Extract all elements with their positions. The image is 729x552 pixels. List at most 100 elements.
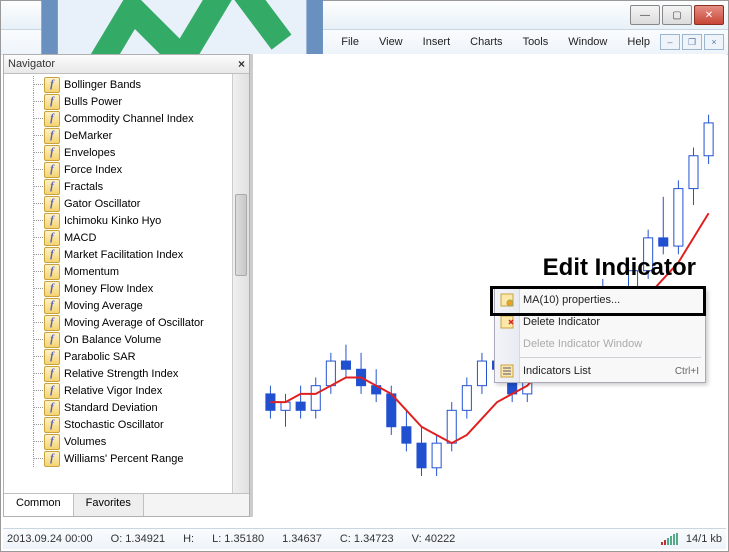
tree-item[interactable]: fMomentum bbox=[24, 263, 249, 280]
scrollbar[interactable] bbox=[232, 74, 249, 493]
menu-insert[interactable]: Insert bbox=[413, 32, 461, 52]
menu-file[interactable]: File bbox=[331, 32, 369, 52]
tree-label: Parabolic SAR bbox=[64, 351, 136, 363]
tree-item[interactable]: f Relative Vigor Index bbox=[24, 382, 249, 399]
indicator-icon: f bbox=[44, 145, 60, 161]
menu-tools[interactable]: Tools bbox=[513, 32, 559, 52]
tree-item[interactable]: fStandard Deviation bbox=[24, 399, 249, 416]
tree-label: Money Flow Index bbox=[64, 283, 153, 295]
ctx-delete-window: Delete Indicator Window bbox=[495, 333, 705, 355]
status-low: L: 1.35180 bbox=[212, 533, 264, 545]
tree-label: Williams' Percent Range bbox=[64, 453, 183, 465]
tree-item[interactable]: fMACD bbox=[24, 229, 249, 246]
maximize-button[interactable]: ▢ bbox=[662, 5, 692, 25]
menu-view[interactable]: View bbox=[369, 32, 413, 52]
tree-item[interactable]: fEnvelopes bbox=[24, 144, 249, 161]
indicator-icon: f bbox=[44, 434, 60, 450]
indicator-icon: f bbox=[44, 128, 60, 144]
ctx-delete-window-label: Delete Indicator Window bbox=[523, 338, 642, 350]
tree-connector bbox=[24, 348, 44, 365]
tree-label: Market Facilitation Index bbox=[64, 249, 183, 261]
mdi-restore[interactable]: ❐ bbox=[682, 34, 702, 50]
tree-label: Gator Oscillator bbox=[64, 198, 140, 210]
ctx-delete-indicator[interactable]: Delete Indicator bbox=[495, 311, 705, 333]
tree-connector bbox=[24, 144, 44, 161]
mdi-close[interactable]: × bbox=[704, 34, 724, 50]
navigator-title-label: Navigator bbox=[8, 58, 55, 70]
tree-item[interactable]: f Money Flow Index bbox=[24, 280, 249, 297]
tree-connector bbox=[24, 450, 44, 467]
tree-label: Ichimoku Kinko Hyo bbox=[64, 215, 161, 227]
tree-item[interactable]: f Williams' Percent Range bbox=[24, 450, 249, 467]
navigator-tree: fBollinger BandsfBulls PowerfCommodity C… bbox=[4, 74, 249, 493]
tree-item[interactable]: f Parabolic SAR bbox=[24, 348, 249, 365]
indicator-icon: f bbox=[44, 349, 60, 365]
tree-item[interactable]: fGator Oscillator bbox=[24, 195, 249, 212]
status-close: C: 1.34723 bbox=[340, 533, 394, 545]
ctx-indicators-list[interactable]: Indicators List Ctrl+I bbox=[495, 360, 705, 382]
annotation-label: Edit Indicator bbox=[543, 254, 696, 282]
tree-connector bbox=[24, 365, 44, 382]
tree-item[interactable]: f Bulls Power bbox=[24, 93, 249, 110]
chart-area[interactable]: Edit Indicator MA(10) properties... Dele… bbox=[250, 54, 726, 517]
tree-connector bbox=[24, 416, 44, 433]
tree-label: Relative Strength Index bbox=[64, 368, 178, 380]
tree-label: Bulls Power bbox=[64, 96, 122, 108]
ctx-properties[interactable]: MA(10) properties... bbox=[495, 289, 705, 311]
navigator-close-icon[interactable]: × bbox=[238, 57, 245, 71]
tree-connector bbox=[24, 263, 44, 280]
indicator-icon: f bbox=[44, 383, 60, 399]
properties-icon bbox=[499, 292, 515, 308]
minimize-button[interactable]: — bbox=[630, 5, 660, 25]
indicator-icon: f bbox=[44, 451, 60, 467]
indicator-icon: f bbox=[44, 281, 60, 297]
menu-help[interactable]: Help bbox=[617, 32, 660, 52]
ctx-list-shortcut: Ctrl+I bbox=[675, 366, 699, 377]
menu-window[interactable]: Window bbox=[558, 32, 617, 52]
indicator-icon: f bbox=[44, 400, 60, 416]
tree-connector bbox=[24, 246, 44, 263]
tree-item[interactable]: fMoving Average bbox=[24, 297, 249, 314]
tree-label: Relative Vigor Index bbox=[64, 385, 162, 397]
menubar: File View Insert Charts Tools Window Hel… bbox=[1, 30, 728, 55]
indicator-icon: f bbox=[44, 213, 60, 229]
status-last: 1.34637 bbox=[282, 533, 322, 545]
tree-item[interactable]: f Relative Strength Index bbox=[24, 365, 249, 382]
indicator-icon: f bbox=[44, 298, 60, 314]
indicator-icon: f bbox=[44, 94, 60, 110]
tree-item[interactable]: fFractals bbox=[24, 178, 249, 195]
indicator-icon: f bbox=[44, 315, 60, 331]
scrollbar-thumb[interactable] bbox=[235, 194, 247, 276]
indicator-icon: f bbox=[44, 247, 60, 263]
tree-connector bbox=[24, 280, 44, 297]
tab-favorites[interactable]: Favorites bbox=[74, 494, 144, 516]
tree-item[interactable]: fBollinger Bands bbox=[24, 76, 249, 93]
tree-connector bbox=[24, 399, 44, 416]
indicator-icon: f bbox=[44, 366, 60, 382]
ctx-list-label: Indicators List bbox=[523, 365, 591, 377]
tree-item[interactable]: f Market Facilitation Index bbox=[24, 246, 249, 263]
tree-connector bbox=[24, 382, 44, 399]
close-button[interactable]: ✕ bbox=[694, 5, 724, 25]
tree-label: Force Index bbox=[64, 164, 122, 176]
tree-item[interactable]: fDeMarker bbox=[24, 127, 249, 144]
tree-item[interactable]: fOn Balance Volume bbox=[24, 331, 249, 348]
tree-connector bbox=[24, 314, 44, 331]
tab-common[interactable]: Common bbox=[4, 494, 74, 516]
tree-item[interactable]: fCommodity Channel Index bbox=[24, 110, 249, 127]
tree-connector bbox=[24, 161, 44, 178]
tree-item[interactable]: fStochastic Oscillator bbox=[24, 416, 249, 433]
menu-charts[interactable]: Charts bbox=[460, 32, 512, 52]
ctx-properties-label: MA(10) properties... bbox=[523, 294, 620, 306]
tree-item[interactable]: fMoving Average of Oscillator bbox=[24, 314, 249, 331]
mdi-minimize[interactable]: – bbox=[660, 34, 680, 50]
tree-item[interactable]: f Force Index bbox=[24, 161, 249, 178]
tree-connector bbox=[24, 127, 44, 144]
candlestick-chart[interactable] bbox=[253, 54, 726, 517]
indicator-icon: f bbox=[44, 162, 60, 178]
tree-item[interactable]: fVolumes bbox=[24, 433, 249, 450]
body-area: Navigator × fBollinger BandsfBulls Power… bbox=[3, 54, 726, 517]
tree-connector bbox=[24, 297, 44, 314]
tree-label: Momentum bbox=[64, 266, 119, 278]
tree-item[interactable]: f Ichimoku Kinko Hyo bbox=[24, 212, 249, 229]
